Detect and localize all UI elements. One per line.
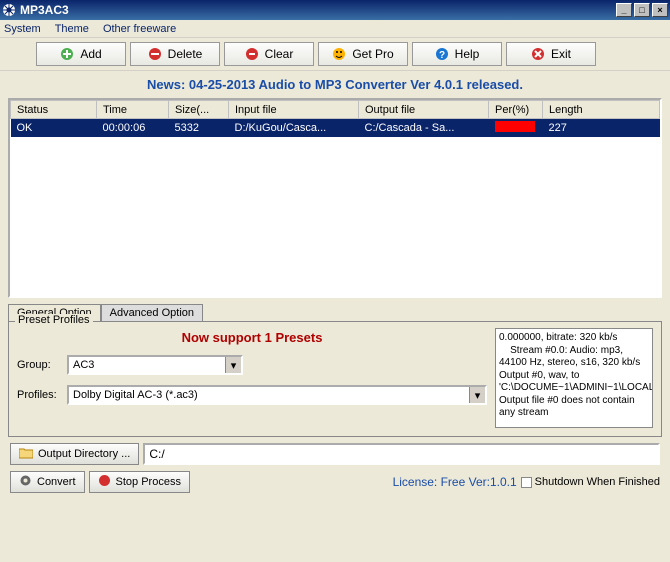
maximize-button[interactable]: □ xyxy=(634,3,650,17)
svg-text:?: ? xyxy=(439,50,445,61)
group-select[interactable]: AC3 ▾ xyxy=(67,355,243,375)
cell-input: D:/KuGou/Casca... xyxy=(229,119,359,138)
help-button[interactable]: ?Help xyxy=(412,42,502,66)
clear-button[interactable]: Clear xyxy=(224,42,314,66)
clear-icon xyxy=(245,47,259,61)
output-directory-button[interactable]: Output Directory ... xyxy=(10,443,139,465)
profiles-label: Profiles: xyxy=(17,389,67,401)
progress-bar xyxy=(495,121,535,132)
exit-button[interactable]: Exit xyxy=(506,42,596,66)
log-output: 0.000000, bitrate: 320 kb/s Stream #0.0:… xyxy=(495,328,653,428)
delete-button[interactable]: Delete xyxy=(130,42,220,66)
file-table[interactable]: Status Time Size(... Input file Output f… xyxy=(8,98,662,298)
table-header-row: Status Time Size(... Input file Output f… xyxy=(11,101,660,119)
stop-icon xyxy=(98,474,111,490)
shutdown-checkbox[interactable]: Shutdown When Finished xyxy=(521,476,660,488)
app-icon xyxy=(2,3,16,17)
col-per[interactable]: Per(%) xyxy=(489,101,543,119)
add-button[interactable]: Add xyxy=(36,42,126,66)
preset-count-text: Now support 1 Presets xyxy=(17,328,487,355)
cell-status: OK xyxy=(11,119,97,138)
plus-icon xyxy=(60,47,74,61)
col-input[interactable]: Input file xyxy=(229,101,359,119)
table-row[interactable]: OK 00:00:06 5332 D:/KuGou/Casca... C:/Ca… xyxy=(11,119,660,138)
menu-theme[interactable]: Theme xyxy=(55,23,89,35)
col-length[interactable]: Length xyxy=(543,101,660,119)
tab-advanced[interactable]: Advanced Option xyxy=(101,304,203,321)
menu-other-freeware[interactable]: Other freeware xyxy=(103,23,176,35)
folder-icon xyxy=(19,447,33,462)
col-output[interactable]: Output file xyxy=(359,101,489,119)
close-button[interactable]: × xyxy=(652,3,668,17)
col-time[interactable]: Time xyxy=(97,101,169,119)
preset-legend: Preset Profiles xyxy=(15,314,93,326)
col-status[interactable]: Status xyxy=(11,101,97,119)
cell-output: C:/Cascada - Sa... xyxy=(359,119,489,138)
chevron-down-icon: ▾ xyxy=(469,387,485,403)
stop-button[interactable]: Stop Process xyxy=(89,471,190,493)
menu-bar: System Theme Other freeware xyxy=(0,20,670,38)
cell-per xyxy=(489,119,543,138)
app-title: MP3AC3 xyxy=(20,3,69,17)
toolbar: Add Delete Clear Get Pro ?Help Exit xyxy=(0,38,670,71)
menu-system[interactable]: System xyxy=(4,23,41,35)
getpro-button[interactable]: Get Pro xyxy=(318,42,408,66)
convert-button[interactable]: Convert xyxy=(10,471,85,493)
title-bar: MP3AC3 _ □ × xyxy=(0,0,670,20)
cell-length: 227 xyxy=(543,119,660,138)
cell-time: 00:00:06 xyxy=(97,119,169,138)
smiley-icon xyxy=(332,47,346,61)
checkbox-icon xyxy=(521,477,532,488)
minus-icon xyxy=(148,47,162,61)
help-icon: ? xyxy=(435,47,449,61)
group-label: Group: xyxy=(17,359,67,371)
exit-icon xyxy=(531,47,545,61)
options-tabs: General Option Advanced Option xyxy=(8,304,662,321)
output-path-input[interactable]: C:/ xyxy=(143,443,660,465)
preset-fieldset: Preset Profiles Now support 1 Presets Gr… xyxy=(8,321,662,437)
minimize-button[interactable]: _ xyxy=(616,3,632,17)
cell-size: 5332 xyxy=(169,119,229,138)
col-size[interactable]: Size(... xyxy=(169,101,229,119)
license-text: License: Free Ver:1.0.1 xyxy=(393,475,517,489)
news-text: News: 04-25-2013 Audio to MP3 Converter … xyxy=(0,71,670,98)
profiles-select[interactable]: Dolby Digital AC-3 (*.ac3) ▾ xyxy=(67,385,487,405)
chevron-down-icon: ▾ xyxy=(225,357,241,373)
gear-icon xyxy=(19,474,32,490)
